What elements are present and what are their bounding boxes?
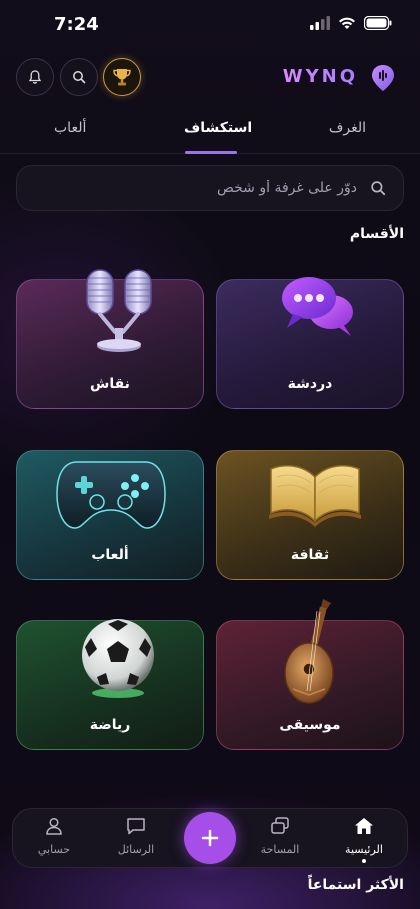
microphone-icon [86, 269, 152, 352]
create-button[interactable] [184, 812, 236, 864]
notifications-button[interactable] [16, 58, 54, 96]
header: WYNQ [0, 58, 420, 98]
nav-account[interactable]: حسابي [19, 817, 89, 856]
app-logo-text: WYNQ [282, 66, 358, 87]
nav-label: الرسائل [117, 843, 155, 856]
category-label: موسيقى [279, 717, 341, 733]
category-label: ألعاب [91, 547, 129, 563]
search-button[interactable] [60, 58, 98, 96]
categories-title: الأقسام [349, 226, 404, 242]
search-icon [371, 181, 386, 196]
nav-label: الرئيسية [345, 843, 383, 856]
plus-icon [201, 829, 219, 847]
category-card-music[interactable]: موسيقى [216, 599, 404, 750]
search-input[interactable] [33, 166, 357, 210]
chat-icon [127, 818, 145, 835]
category-label: ثقافة [290, 547, 330, 563]
gamepad-icon [56, 461, 166, 529]
search-field-icon-wrap [369, 179, 387, 201]
status-time: 7:24 [54, 14, 99, 35]
nav-home[interactable]: الرئيسية [329, 817, 399, 863]
bell-icon [28, 70, 42, 84]
nav-spaces[interactable]: المساحة [245, 817, 315, 856]
location-pin-logo-icon [372, 65, 394, 91]
category-card-games[interactable]: ألعاب [16, 450, 204, 580]
nav-label: حسابي [37, 843, 71, 856]
most-listened-title: الأكثر استماعاً [307, 877, 404, 893]
home-icon [355, 818, 373, 834]
chat-bubbles-icon [282, 277, 353, 336]
category-label: رياضة [89, 717, 131, 733]
wifi-icon [339, 17, 355, 29]
category-card-debate[interactable]: نقاش [16, 269, 204, 409]
signal-icon [310, 16, 330, 30]
soccer-ball-icon [82, 619, 154, 698]
category-card-sports[interactable]: رياضة [16, 619, 204, 750]
status-icons [310, 16, 392, 30]
category-label: نقاش [90, 376, 130, 392]
battery-icon [364, 16, 392, 30]
category-label: دردشة [287, 376, 333, 392]
oud-icon [284, 599, 334, 704]
active-indicator-dot [362, 859, 366, 863]
nav-label: المساحة [260, 843, 300, 856]
nav-messages[interactable]: الرسائل [101, 817, 171, 856]
top-tabs: الغرف استكشاف ألعاب [0, 112, 420, 154]
active-tab-indicator [185, 151, 237, 154]
search-bar[interactable] [16, 165, 404, 211]
tab-games[interactable]: ألعاب [54, 120, 86, 136]
open-book-icon [269, 464, 361, 527]
user-icon [46, 817, 62, 835]
trophy-button[interactable] [103, 58, 141, 96]
tab-rooms[interactable]: الغرف [329, 120, 366, 136]
tab-explore[interactable]: استكشاف [184, 120, 252, 136]
search-icon [73, 71, 86, 84]
spaces-icon [271, 817, 289, 834]
trophy-icon [113, 69, 131, 86]
category-card-culture[interactable]: ثقافة [216, 450, 404, 580]
status-bar: 7:24 [0, 0, 420, 50]
category-card-chat[interactable]: دردشة [216, 277, 404, 409]
